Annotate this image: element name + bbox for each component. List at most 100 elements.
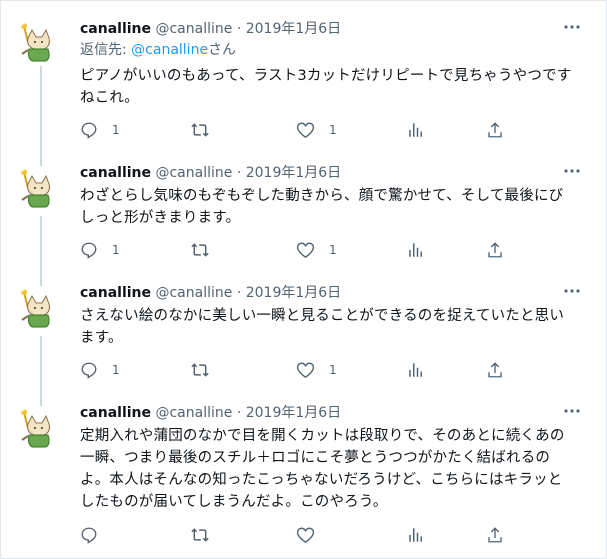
share-button[interactable] [486, 525, 504, 545]
reply-button[interactable]: 1 [80, 360, 120, 380]
reply-button[interactable]: 1 [80, 240, 120, 260]
tweet-date[interactable]: 2019年1月6日 [246, 21, 341, 37]
analytics-button[interactable] [407, 525, 425, 545]
analytics-button[interactable] [407, 240, 425, 260]
tweet[interactable]: canalline @canalline · 2019年1月6日 返信先: @c… [0, 0, 605, 170]
action-bar [80, 525, 510, 545]
like-button[interactable]: 1 [296, 240, 337, 260]
reply-prefix: 返信先: [80, 42, 132, 58]
reply-count: 1 [112, 243, 120, 257]
like-button[interactable]: 1 [296, 360, 337, 380]
avatar[interactable] [14, 406, 60, 452]
more-dots-icon [564, 409, 580, 413]
tweet-header: canalline @canalline · 2019年1月6日 [80, 164, 341, 182]
cat-avatar-icon [14, 166, 60, 212]
share-button[interactable] [486, 360, 504, 380]
user-handle[interactable]: @canalline [155, 285, 232, 301]
separator-dot: · [236, 405, 242, 421]
display-name[interactable]: canalline [80, 405, 151, 421]
share-upload-icon [488, 122, 502, 138]
reply-count: 1 [112, 363, 120, 377]
analytics-bars-icon [409, 363, 422, 377]
reply-bubble-icon [81, 242, 97, 259]
reply-count: 1 [112, 123, 120, 137]
user-handle[interactable]: @canalline [155, 405, 232, 421]
tweet-date[interactable]: 2019年1月6日 [246, 285, 341, 301]
share-upload-icon [488, 362, 502, 378]
thread-connector-line [40, 66, 42, 86]
tweet-header: canalline @canalline · 2019年1月6日 [80, 404, 341, 422]
reply-suffix: さん [208, 42, 237, 58]
retweet-button[interactable] [190, 120, 210, 140]
separator-dot: · [236, 21, 242, 37]
share-button[interactable] [486, 120, 504, 140]
analytics-bars-icon [409, 243, 422, 257]
reply-bubble-icon [81, 527, 97, 544]
action-bar: 1 1 [80, 360, 510, 380]
tweet-header: canalline @canalline · 2019年1月6日 [80, 20, 341, 38]
analytics-button[interactable] [407, 360, 425, 380]
reply-bubble-icon [81, 362, 97, 379]
analytics-bars-icon [409, 123, 422, 137]
cat-avatar-icon [14, 20, 60, 66]
heart-icon [296, 122, 315, 138]
analytics-button[interactable] [407, 120, 425, 140]
user-handle[interactable]: @canalline [155, 21, 232, 37]
tweet-text: 定期入れや蒲団のなかで目を開くカットは段取りで、そのあとに続くあの 一瞬、つまり… [80, 425, 590, 513]
heart-icon [296, 527, 315, 543]
like-count: 1 [329, 123, 337, 137]
tweet-text: さえない絵のなかに美しい一瞬と見ることができるのを捉えていたと思い ます。 [80, 305, 590, 349]
retweet-button[interactable] [190, 360, 210, 380]
display-name[interactable]: canalline [80, 21, 151, 37]
reply-bubble-icon [81, 122, 97, 139]
separator-dot: · [236, 165, 242, 181]
retweet-icon [191, 243, 209, 257]
more-options-button[interactable] [561, 160, 583, 182]
reply-to-handle-link[interactable]: @canalline [131, 42, 208, 58]
user-handle[interactable]: @canalline [155, 165, 232, 181]
like-button[interactable]: 1 [296, 120, 337, 140]
tweet-header: canalline @canalline · 2019年1月6日 [80, 284, 341, 302]
more-dots-icon [564, 289, 580, 293]
tweet-text-line: ピアノがいいのもあって、ラスト3カットだけリピートで見ちゃうやつです [80, 68, 572, 84]
cat-avatar-icon [14, 286, 60, 332]
tweet-text: わざとらし気味のもぞもぞした動きから、顔で驚かせて、そして最後にび しっと形がき… [80, 185, 590, 229]
retweet-button[interactable] [190, 240, 210, 260]
share-upload-icon [488, 242, 502, 258]
tweet-text: ピアノがいいのもあって、ラスト3カットだけリピートで見ちゃうやつです ねこれ。 [80, 65, 590, 109]
tweet-date[interactable]: 2019年1月6日 [246, 165, 341, 181]
share-button[interactable] [486, 240, 504, 260]
reply-button[interactable] [80, 525, 98, 545]
avatar[interactable] [14, 20, 60, 66]
display-name[interactable]: canalline [80, 285, 151, 301]
retweet-button[interactable] [190, 525, 210, 545]
heart-icon [296, 362, 315, 378]
more-options-button[interactable] [561, 400, 583, 422]
retweet-icon [191, 363, 209, 377]
tweet-text-line: しっと形がきまります。 [80, 210, 241, 226]
avatar[interactable] [14, 166, 60, 212]
avatar[interactable] [14, 286, 60, 332]
retweet-icon [191, 123, 209, 137]
tweet-text-line: 一瞬、つまり最後のスチル＋ロゴにこそ夢とうつつがかたく結ばれるの [80, 450, 551, 466]
tweet-text-line: わざとらし気味のもぞもぞした動きから、顔で驚かせて、そして最後にび [80, 188, 564, 204]
tweet[interactable]: canalline @canalline · 2019年1月6日 わざとらし気味… [0, 66, 605, 290]
tweet[interactable]: canalline @canalline · 2019年1月6日 さえない絵のな… [0, 270, 605, 410]
tweet-date[interactable]: 2019年1月6日 [246, 405, 341, 421]
separator-dot: · [236, 285, 242, 301]
tweet[interactable]: canalline @canalline · 2019年1月6日 定期入れや蒲団… [0, 390, 605, 557]
more-dots-icon [564, 25, 580, 29]
display-name[interactable]: canalline [80, 165, 151, 181]
cat-avatar-icon [14, 406, 60, 452]
action-bar: 1 1 [80, 240, 510, 260]
tweet-text-line: よ。本人はそんなの知ったこっちゃないだろうけど、こちらにはキラッと [80, 472, 563, 488]
more-options-button[interactable] [561, 280, 583, 302]
reply-button[interactable]: 1 [80, 120, 120, 140]
more-options-button[interactable] [561, 16, 583, 38]
reply-context: 返信先: @canallineさん [80, 41, 236, 60]
tweet-text-line: したものが届いてしまうんだよ。このやろう。 [80, 494, 388, 510]
like-button[interactable] [296, 525, 315, 545]
heart-icon [296, 242, 315, 258]
retweet-icon [191, 528, 209, 542]
share-upload-icon [488, 527, 502, 543]
